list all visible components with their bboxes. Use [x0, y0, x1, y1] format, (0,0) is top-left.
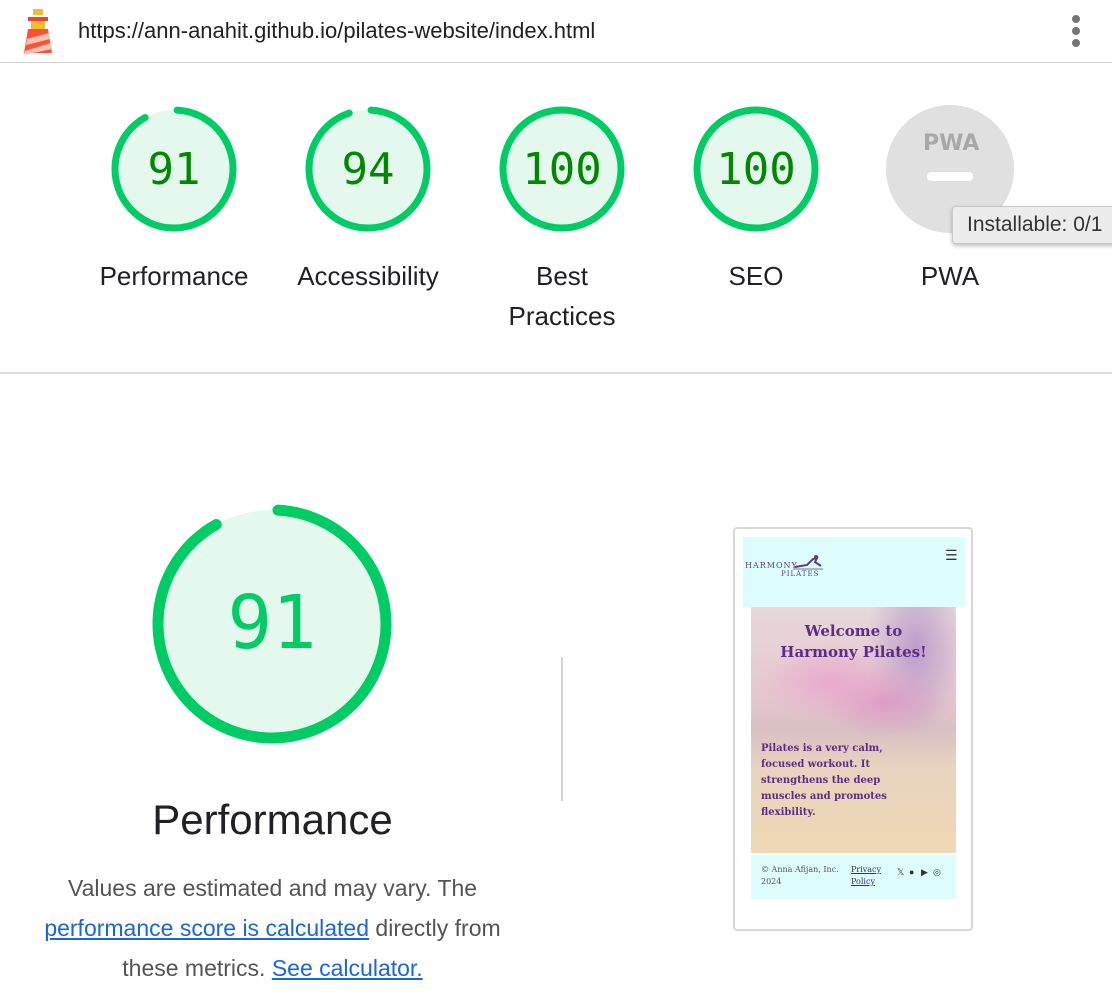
more-options-icon[interactable] — [1064, 12, 1088, 52]
site-brand-line2: PILATES — [781, 570, 820, 578]
gauge-label-best-practices-line1: Best — [535, 261, 589, 291]
performance-score: 91 — [148, 144, 201, 195]
privacy-line1: Privacy — [851, 865, 882, 874]
performance-gauge-ring: 91 — [111, 106, 237, 232]
hero-section: Welcome to Harmony Pilates! Pilates is a… — [751, 607, 956, 853]
pwa-badge-text: PWA — [923, 131, 979, 156]
desc-text-1: Values are estimated and may vary. The — [67, 875, 478, 901]
pilates-figure-logo-icon — [793, 555, 823, 570]
final-screenshot[interactable]: HARMONY PILATES ☰ Welcome to Harmony Pil… — [733, 527, 973, 931]
performance-description: Values are estimated and may vary. The p… — [20, 868, 525, 988]
score-calculated-link[interactable]: performance score is calculated — [44, 915, 369, 941]
performance-heading: Performance — [152, 796, 393, 843]
gauge-seo[interactable]: 100 SEO — [666, 104, 846, 296]
instagram-icon[interactable]: ◎ — [933, 868, 942, 877]
performance-large-score: 91 — [227, 580, 316, 666]
section-divider — [561, 657, 563, 801]
see-calculator-link[interactable]: See calculator. — [272, 955, 423, 981]
social-links: 𝕏 ● ▶ ◎ — [897, 868, 942, 877]
accessibility-gauge-ring: 94 — [305, 106, 431, 232]
best-practices-score: 100 — [522, 144, 601, 195]
gauge-label-best-practices-line2: Practices — [508, 301, 616, 331]
hero-text: Pilates is a very calm, focused workout.… — [761, 743, 887, 818]
privacy-line2: Policy — [851, 877, 875, 886]
hero-title: Welcome to Harmony Pilates! — [751, 621, 956, 663]
category-scores: 91 Performance 94 Accessibility 100 Best… — [0, 64, 1112, 374]
lighthouse-logo-icon — [24, 9, 52, 55]
site-brand-line1: HARMONY — [745, 561, 798, 570]
seo-score: 100 — [716, 144, 795, 195]
hero-title-line1: Welcome to — [804, 622, 903, 640]
gauge-label-seo: SEO — [728, 261, 784, 291]
performance-large-gauge: 91 — [152, 504, 392, 744]
gauge-label-accessibility: Accessibility — [297, 261, 439, 291]
site-header: HARMONY PILATES ☰ — [743, 537, 965, 607]
gauge-label-pwa: PWA — [920, 261, 980, 291]
best-practices-gauge-ring: 100 — [499, 106, 625, 232]
footer-copyright: © Anna Afijan, Inc. 2024 — [761, 865, 839, 886]
youtube-icon[interactable]: ▶ — [921, 868, 930, 877]
seo-gauge-ring: 100 — [693, 106, 819, 232]
hero-title-line2: Harmony Pilates! — [780, 643, 927, 661]
x-icon[interactable]: 𝕏 — [897, 868, 906, 877]
gauge-performance[interactable]: 91 Performance — [84, 104, 264, 296]
pwa-tooltip: Installable: 0/1 — [952, 206, 1112, 244]
page-url[interactable]: https://ann-anahit.github.io/pilates-web… — [78, 18, 595, 44]
gauge-label-best-practices: Best Practices — [472, 256, 652, 336]
gauge-accessibility[interactable]: 94 Accessibility — [278, 104, 458, 296]
gauge-best-practices[interactable]: 100 Best Practices — [472, 104, 652, 336]
gauge-label-performance: Performance — [99, 261, 249, 291]
site-footer: © Anna Afijan, Inc. 2024 Privacy Policy … — [751, 855, 956, 899]
url-bar: https://ann-anahit.github.io/pilates-web… — [0, 0, 1112, 63]
facebook-icon[interactable]: ● — [909, 868, 918, 877]
privacy-policy-link[interactable]: Privacy Policy — [851, 864, 881, 888]
hamburger-menu-icon[interactable]: ☰ — [945, 547, 958, 564]
accessibility-score: 94 — [342, 144, 395, 195]
gauge-pwa[interactable]: PWA PWA — [860, 104, 1040, 296]
